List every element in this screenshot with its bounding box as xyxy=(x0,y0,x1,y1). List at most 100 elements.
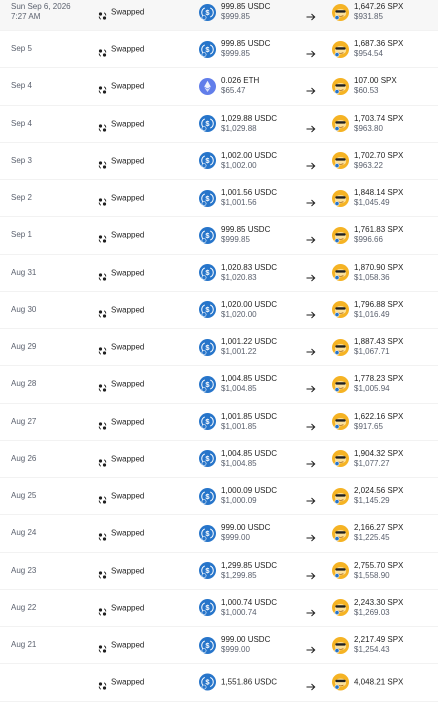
arrow-right-icon xyxy=(306,641,316,654)
transaction-row[interactable]: Sep 5 Swapped $ 999.85 USDC $999.85 1,68… xyxy=(0,31,438,69)
usdc-token-icon: $ xyxy=(199,487,216,505)
status-label: Swapped xyxy=(111,268,145,278)
transaction-row[interactable]: Sep 2 Swapped $ 1,001.56 USDC $1,001.56 xyxy=(0,180,438,218)
swap-icon xyxy=(98,454,107,467)
transaction-row[interactable]: Sep 3 Swapped $ 1,002.00 USDC $1,002.00 xyxy=(0,143,438,180)
sent-amount: 999.85 USDC xyxy=(221,39,271,49)
transaction-date: Sep 1 xyxy=(11,230,32,240)
received-asset: 2,024.56 SPX $1,145.29 xyxy=(332,486,403,506)
transaction-date: Aug 30 xyxy=(11,304,37,314)
transaction-row[interactable]: Aug 22 Swapped $ 1,000.74 USDC $1,000.74 xyxy=(0,590,438,627)
received-asset: 1,702.70 SPX $963.22 xyxy=(332,151,403,171)
sent-amount: 1,001.85 USDC xyxy=(221,411,278,421)
transaction-status: Swapped xyxy=(98,81,145,94)
transaction-row[interactable]: Aug 21 Swapped $ 999.00 USDC $999.00 2,2… xyxy=(0,627,438,665)
sent-usd-value: $1,001.85 xyxy=(221,421,257,431)
received-asset: 1,887.43 SPX $1,067.71 xyxy=(332,337,403,357)
sent-amount: 1,002.00 USDC xyxy=(221,150,278,160)
status-label: Swapped xyxy=(111,81,145,91)
swap-icon xyxy=(98,380,107,392)
transaction-row[interactable]: Sun Sep 6, 2026 7:27 AM Swapped $ 999.85… xyxy=(0,0,438,31)
usdc-token-icon: $ xyxy=(199,673,216,691)
sent-usd-value: $999.00 xyxy=(221,533,250,543)
swap-icon xyxy=(98,492,107,504)
status-label: Swapped xyxy=(111,119,145,129)
transaction-row[interactable]: Sep 4 Swapped $ 1,029.88 USDC $1,029.88 xyxy=(0,106,438,143)
transaction-date: Aug 24 xyxy=(11,528,37,538)
transaction-date: Sep 4 xyxy=(11,118,32,128)
received-asset: 1,904.32 SPX $1,077.27 xyxy=(332,449,403,469)
usdc-token-icon: $ xyxy=(199,301,216,319)
eth-token-icon xyxy=(199,77,216,95)
sent-usd-value: $999.85 xyxy=(221,235,250,245)
usdc-token-icon: $ xyxy=(199,450,216,468)
received-usd-value: $1,269.03 xyxy=(354,607,390,617)
received-amount: 1,647.26 SPX xyxy=(354,2,404,11)
transaction-row[interactable]: Aug 25 Swapped $ 1,000.09 USDC $1,000.09 xyxy=(0,478,438,516)
sent-amount: 1,004.85 USDC xyxy=(221,374,278,384)
transaction-date: Aug 23 xyxy=(11,565,37,575)
transaction-row[interactable]: Aug 31 Swapped $ 1,020.83 USDC $1,020.83 xyxy=(0,255,438,292)
sent-asset: $ 1,002.00 USDC $1,002.00 xyxy=(199,151,277,171)
sent-asset: $ 999.00 USDC $999.00 xyxy=(199,635,270,655)
received-usd-value: $1,558.90 xyxy=(354,570,390,580)
status-label: Swapped xyxy=(111,379,145,389)
transaction-date: Aug 22 xyxy=(11,602,37,612)
transaction-row[interactable]: Aug 28 Swapped $ 1,004.85 USDC $1,004.85 xyxy=(0,366,438,404)
transaction-row[interactable]: Swapped $ 1,551.86 USDC 4,048.21 SPX xyxy=(0,664,438,702)
swap-icon xyxy=(98,119,107,132)
usdc-token-icon: $ xyxy=(199,189,216,207)
transaction-row[interactable]: Aug 23 Swapped $ 1,299.85 USDC $1,299.85 xyxy=(0,553,438,590)
transaction-status: Swapped xyxy=(98,268,145,281)
arrow-right-icon xyxy=(306,120,316,132)
sent-usd-value: $1,299.85 xyxy=(221,570,257,580)
arrow-right-icon xyxy=(306,45,316,58)
transaction-row[interactable]: Sep 1 Swapped $ 999.85 USDC $999.85 1,76… xyxy=(0,217,438,255)
usdc-token-icon: $ xyxy=(199,524,216,542)
sent-amount: 1,001.22 USDC xyxy=(221,337,278,347)
transaction-date: Aug 26 xyxy=(11,453,37,463)
received-amount: 1,703.74 SPX xyxy=(354,113,404,123)
swap-icon xyxy=(98,231,107,243)
swap-icon xyxy=(98,305,107,318)
received-usd-value: $963.80 xyxy=(354,123,383,133)
sent-asset: 0.026 ETH $65.47 xyxy=(199,76,259,96)
usdc-token-icon: $ xyxy=(199,115,216,133)
transaction-row[interactable]: Aug 30 Swapped $ 1,020.00 USDC $1,020.00 xyxy=(0,292,438,329)
sent-asset: $ 1,001.85 USDC $1,001.85 xyxy=(199,412,277,432)
transaction-status: Swapped xyxy=(98,8,144,20)
sent-usd-value: $1,000.74 xyxy=(221,607,257,617)
transaction-row[interactable]: Aug 24 Swapped $ 999.00 USDC $999.00 2,1… xyxy=(0,515,438,553)
spx-token-icon xyxy=(332,562,349,580)
transaction-status: Swapped xyxy=(98,529,144,541)
spx-token-icon xyxy=(332,413,349,431)
sent-asset: $ 1,004.85 USDC $1,004.85 xyxy=(199,449,277,469)
swap-icon xyxy=(98,8,107,20)
transaction-date: Aug 28 xyxy=(11,379,37,389)
sent-amount: 999.00 USDC xyxy=(221,523,271,533)
sent-asset: $ 1,004.85 USDC $1,004.85 xyxy=(199,374,277,394)
transaction-row[interactable]: Sep 4 Swapped 0.026 ETH $65.47 107.00 SP… xyxy=(0,68,438,106)
status-label: Swapped xyxy=(111,677,145,687)
sent-amount: 1,004.85 USDC xyxy=(221,448,278,458)
sent-amount: 1,000.09 USDC xyxy=(221,486,278,496)
status-label: Swapped xyxy=(111,566,145,576)
arrow-right-icon xyxy=(306,231,316,244)
received-asset: 1,870.90 SPX $1,058.36 xyxy=(332,263,403,283)
received-usd-value: $917.65 xyxy=(354,421,383,431)
arrow-right-icon xyxy=(306,194,316,207)
sent-amount: 1,000.74 USDC xyxy=(221,597,278,607)
transaction-row[interactable]: Aug 29 Swapped $ 1,001.22 USDC $1,001.22 xyxy=(0,329,438,367)
sent-usd-value: $1,020.00 xyxy=(221,309,257,319)
sent-usd-value: $65.47 xyxy=(221,86,246,96)
sent-amount: 1,020.00 USDC xyxy=(221,299,278,309)
received-asset: 2,755.70 SPX $1,558.90 xyxy=(332,561,403,581)
transaction-row[interactable]: Aug 27 Swapped $ 1,001.85 USDC $1,001.85 xyxy=(0,404,438,441)
transaction-date: Sep 5 xyxy=(11,44,32,54)
transaction-row[interactable]: Aug 26 Swapped $ 1,004.85 USDC $1,004.85 xyxy=(0,441,438,478)
swap-icon xyxy=(98,529,107,541)
received-usd-value: $931.85 xyxy=(354,12,383,21)
sent-usd-value: $1,001.22 xyxy=(221,347,257,357)
arrow-right-icon xyxy=(306,492,316,505)
received-asset: 107.00 SPX $60.53 xyxy=(332,76,397,96)
